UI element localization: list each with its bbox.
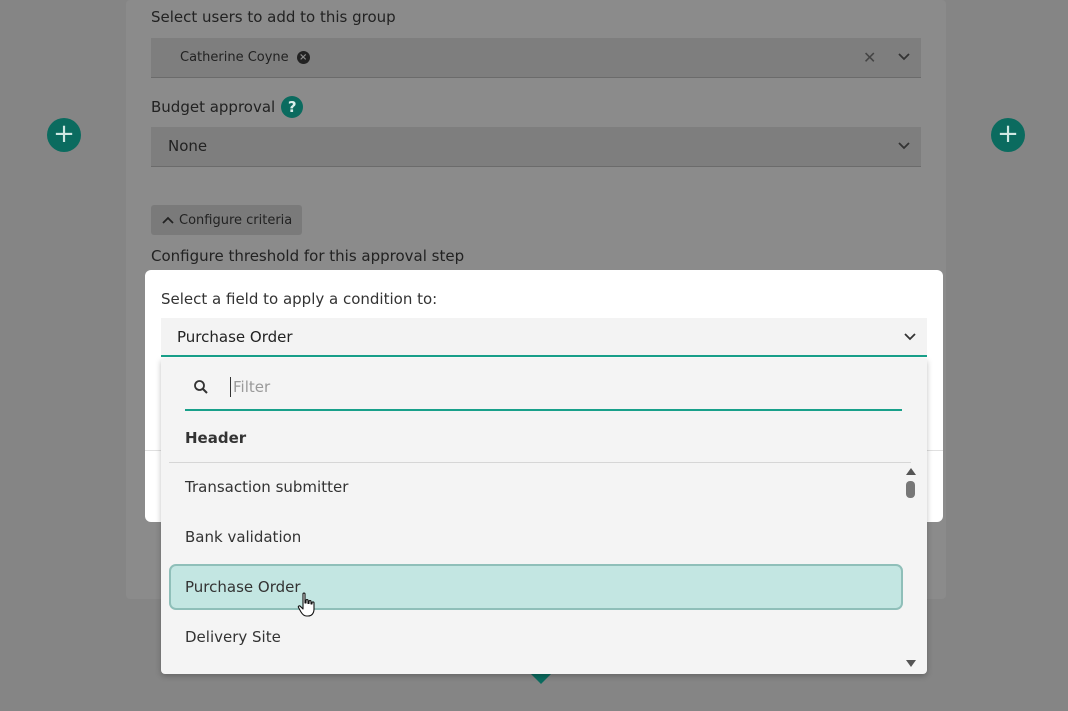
field-select[interactable]: Purchase Order — [161, 318, 927, 357]
budget-approval-label: Budget approval — [151, 98, 276, 116]
option-transaction-submitter[interactable]: Transaction submitter — [169, 464, 903, 510]
option-bank-validation[interactable]: Bank validation — [169, 514, 903, 560]
chevron-down-icon — [904, 333, 916, 341]
chevron-down-icon[interactable] — [897, 52, 911, 62]
budget-approval-value: None — [168, 137, 208, 155]
option-label: Delivery Site — [185, 628, 281, 646]
option-label: Purchase Order — [185, 578, 301, 596]
option-label: Transaction submitter — [185, 478, 349, 496]
group-divider — [169, 462, 911, 463]
user-chip-label: Catherine Coyne — [180, 50, 289, 65]
flow-connector-arrow — [531, 674, 551, 684]
help-icon[interactable]: ? — [281, 96, 304, 118]
filter-input[interactable] — [230, 377, 835, 397]
budget-approval-label-row: Budget approval ? — [151, 96, 304, 118]
field-dropdown: Header Transaction submitter Bank valida… — [161, 359, 927, 674]
chevron-up-icon — [162, 216, 174, 224]
chevron-down-icon[interactable] — [897, 141, 911, 151]
user-chip: Catherine Coyne × — [180, 50, 310, 65]
search-icon — [194, 380, 208, 394]
modal-prompt: Select a field to apply a condition to: — [161, 290, 438, 308]
add-step-right-button[interactable]: + — [991, 118, 1025, 152]
scroll-down-arrow[interactable] — [906, 660, 916, 667]
budget-approval-select[interactable] — [151, 127, 921, 167]
group-header: Header — [185, 429, 247, 447]
users-label: Select users to add to this group — [151, 8, 396, 26]
field-select-value: Purchase Order — [177, 327, 293, 346]
add-step-left-button[interactable]: + — [47, 118, 81, 152]
dropdown-scrollbar[interactable] — [903, 464, 919, 669]
configure-criteria-label: Configure criteria — [179, 212, 293, 228]
configure-criteria-button[interactable]: Configure criteria — [151, 205, 302, 235]
option-label: Bank validation — [185, 528, 302, 546]
threshold-label: Configure threshold for this approval st… — [151, 247, 465, 265]
scroll-up-arrow[interactable] — [906, 468, 916, 475]
hand-cursor-icon — [297, 592, 315, 617]
remove-chip-icon[interactable]: × — [296, 51, 310, 64]
scroll-thumb[interactable] — [906, 481, 915, 498]
option-delivery-site[interactable]: Delivery Site — [169, 614, 903, 660]
option-purchase-order[interactable]: Purchase Order — [169, 564, 903, 610]
filter-row — [185, 367, 902, 411]
clear-icon[interactable]: ✕ — [863, 48, 876, 67]
